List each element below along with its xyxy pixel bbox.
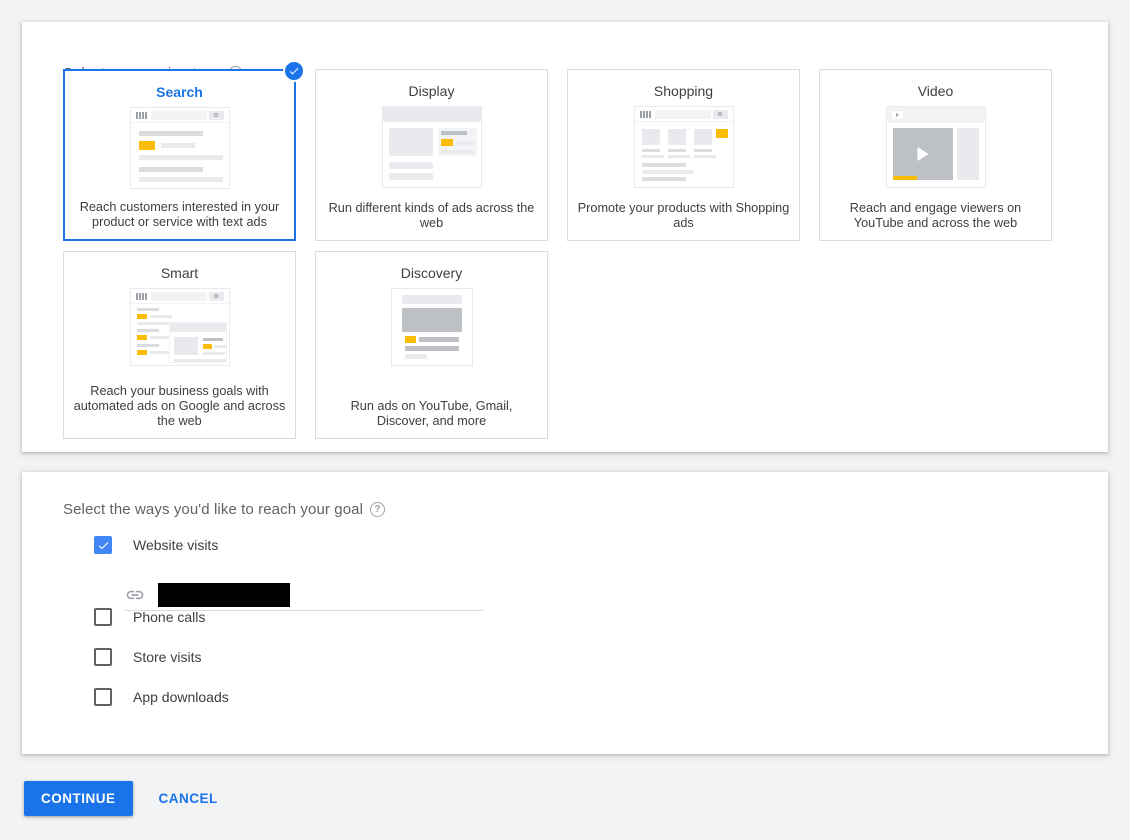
goal-option-label: Store visits — [133, 649, 202, 665]
play-badge-icon — [891, 111, 903, 119]
play-triangle-icon — [917, 147, 928, 161]
goal-option-label: Phone calls — [133, 609, 206, 625]
checkbox-store-visits[interactable] — [94, 648, 112, 666]
card-title: Smart — [160, 265, 199, 281]
campaign-type-panel: Select a campaign type ? Search — [22, 22, 1108, 452]
card-title: Video — [917, 83, 954, 99]
smart-thumbnail — [129, 288, 230, 366]
checkbox-app-downloads[interactable] — [94, 688, 112, 706]
card-description: Reach customers interested in your produ… — [79, 200, 280, 229]
campaign-type-grid: Search Reach customers interested in you… — [63, 60, 1073, 439]
card-title: Display — [408, 83, 455, 99]
card-description: Reach your business goals with automated… — [73, 384, 286, 428]
video-thumbnail — [885, 106, 986, 188]
campaign-type-card-video[interactable]: Video Reach and engage viewers on YouTub… — [819, 69, 1052, 241]
card-title: Shopping — [653, 83, 714, 99]
search-thumbnail — [129, 107, 230, 189]
card-description: Run different kinds of ads across the we… — [328, 201, 535, 230]
checkbox-website-visits[interactable] — [94, 536, 112, 554]
card-description: Reach and engage viewers on YouTube and … — [849, 201, 1022, 230]
website-url-value-redacted[interactable] — [158, 583, 290, 607]
shopping-thumbnail — [633, 106, 734, 188]
campaign-type-card-search[interactable]: Search Reach customers interested in you… — [63, 60, 305, 241]
continue-button[interactable]: CONTINUE — [24, 781, 133, 816]
help-circle-icon[interactable]: ? — [370, 502, 386, 517]
goal-options-list: Website visits Phone calls Store visits … — [94, 532, 229, 710]
card-title: Search — [156, 84, 203, 100]
campaign-type-card-discovery[interactable]: Discovery Run ads on YouTube, Gmail, Dis… — [315, 251, 548, 439]
card-description: Run ads on YouTube, Gmail, Discover, and… — [350, 399, 513, 428]
campaign-type-card-shopping[interactable]: Shopping Promote your products with Shop… — [567, 69, 800, 241]
goal-option-label: Website visits — [133, 537, 219, 553]
card-description: Promote your products with Shopping ads — [577, 201, 790, 230]
goal-ways-heading-label: Select the ways you'd like to reach your… — [63, 501, 364, 518]
cancel-button[interactable]: CANCEL — [151, 781, 226, 816]
display-thumbnail — [381, 106, 482, 188]
goal-option-label: App downloads — [133, 689, 229, 705]
campaign-type-card-display[interactable]: Display Run different kinds of ads acros… — [315, 69, 548, 241]
footer-actions: CONTINUE CANCEL — [24, 781, 226, 816]
campaign-type-card-smart[interactable]: Smart Reach your business goals with aut… — [63, 251, 296, 439]
goal-ways-panel: Select the ways you'd like to reach your… — [22, 472, 1108, 754]
goal-option-website-visits[interactable]: Website visits — [94, 532, 229, 558]
goal-option-store-visits[interactable]: Store visits — [94, 644, 229, 670]
discovery-thumbnail — [390, 288, 473, 366]
campaign-type-row-2: Smart Reach your business goals with aut… — [63, 251, 1073, 439]
goal-option-app-downloads[interactable]: App downloads — [94, 684, 229, 710]
goal-ways-heading: Select the ways you'd like to reach your… — [63, 501, 386, 518]
campaign-creation-page: Select a campaign type ? Search — [0, 0, 1130, 840]
campaign-type-row-1: Search Reach customers interested in you… — [63, 60, 1073, 241]
check-circle-icon — [283, 60, 305, 82]
checkbox-phone-calls[interactable] — [94, 608, 112, 626]
website-url-field[interactable] — [125, 580, 483, 611]
card-title: Discovery — [400, 265, 463, 281]
link-icon — [125, 585, 145, 605]
